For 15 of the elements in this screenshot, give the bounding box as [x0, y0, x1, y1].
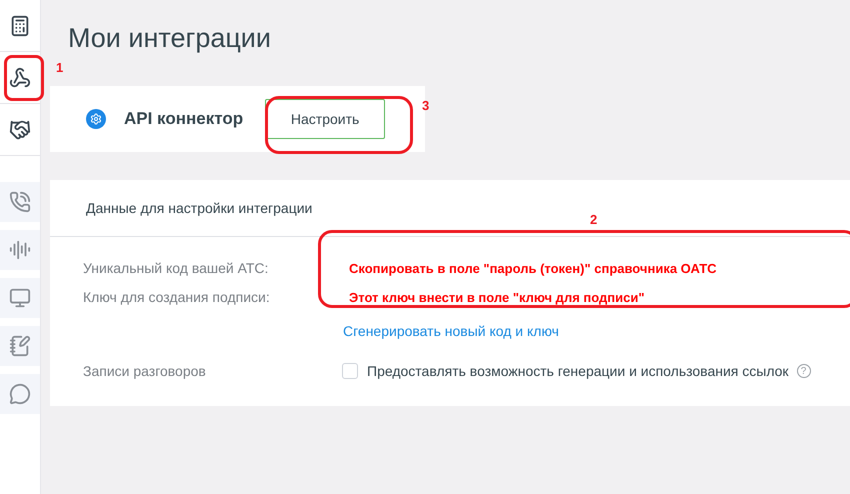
- checkbox-label: Предоставлять возможность генерации и использования ссылок: [367, 362, 789, 381]
- annotation-number: 3: [422, 97, 430, 115]
- annotation-note: Скопировать в поле "пароль (токен)" справочника ОАТС: [349, 260, 717, 278]
- generate-link[interactable]: Сгенерировать новый код и ключ: [343, 320, 559, 342]
- annotation-number: 2: [590, 211, 598, 229]
- field-label: Ключ для создания подписи:: [82, 288, 271, 307]
- annotation-number: 1: [56, 59, 64, 77]
- section-header: Данные для настройки интеграции: [86, 198, 312, 218]
- page-title: Мои интеграции: [68, 22, 272, 54]
- integration-name: API коннектор: [124, 108, 244, 130]
- annotation-note: Этот ключ внести в поле "ключ для подписи": [349, 288, 644, 307]
- help-icon[interactable]: ?: [796, 364, 811, 378]
- field-label: Записи разговоров: [82, 362, 207, 381]
- configure-button[interactable]: Настроить: [265, 99, 386, 139]
- field-label: Уникальный код вашей АТС:: [82, 259, 270, 278]
